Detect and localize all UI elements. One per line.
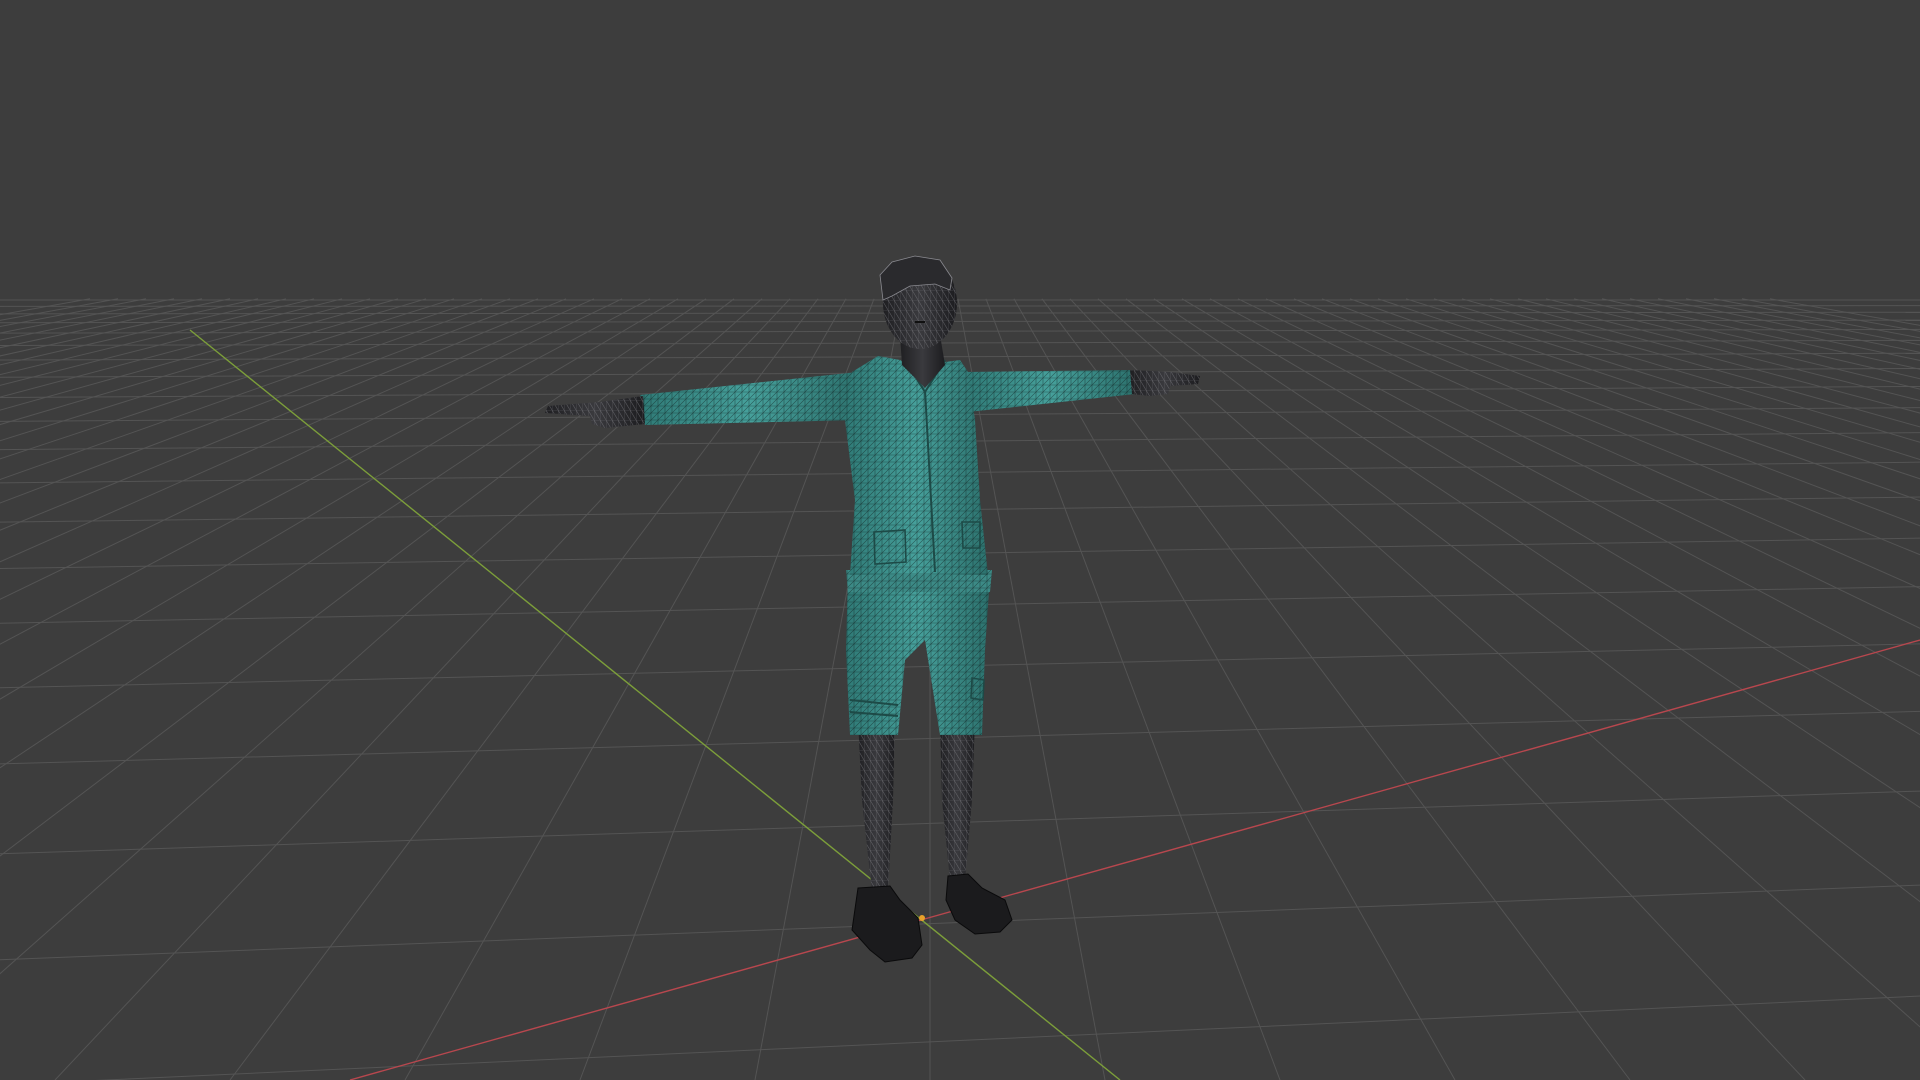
grid-line (1181, 298, 1920, 736)
grid-line (1237, 298, 1920, 629)
left-shoe (851, 885, 923, 963)
grid-line (0, 298, 315, 376)
grid-line (1069, 298, 1806, 1080)
grid-line (0, 298, 679, 700)
grid-line (0, 298, 91, 316)
shorts (846, 575, 990, 735)
grid-line (1097, 298, 1920, 1028)
grid-line (0, 298, 399, 411)
grid-line (1265, 298, 1920, 589)
origin-marker (919, 915, 925, 921)
grid-line (1209, 298, 1920, 677)
right-leg (940, 720, 975, 880)
grid-line (0, 352, 1920, 361)
grid-line (0, 298, 119, 321)
grid-line (0, 339, 1920, 347)
grid-line (1293, 298, 1920, 556)
grid-line (1629, 298, 1920, 361)
grid-line (1517, 298, 1920, 402)
left-leg (858, 720, 895, 892)
grid-line (0, 298, 175, 334)
x-axis-line (349, 639, 1920, 1080)
grid-line (0, 298, 651, 645)
grid-line (1013, 298, 1456, 1080)
grid-line (0, 298, 567, 531)
grid-line (1041, 298, 1631, 1080)
grid-line (0, 298, 371, 398)
grid-line (0, 298, 427, 426)
right-arm (965, 370, 1135, 412)
grid-line (95, 995, 1920, 1080)
grid-line (0, 298, 483, 460)
grid-line (1153, 298, 1920, 809)
right-hand (1130, 370, 1200, 396)
grid-line (1125, 298, 1920, 903)
left-hand (545, 396, 645, 428)
grid-line (1377, 298, 1920, 480)
grid-line (0, 305, 1920, 307)
grid-line (1601, 298, 1920, 370)
grid-line (1685, 298, 1920, 346)
grid-line (0, 298, 147, 328)
grid-line (0, 298, 511, 481)
left-arm (640, 372, 860, 425)
character-model[interactable] (545, 255, 1200, 963)
grid-line (1489, 298, 1920, 414)
grid-line (0, 298, 343, 386)
grid-line (0, 298, 287, 366)
head (879, 255, 957, 349)
grid-line (1769, 298, 1920, 326)
grid-line (0, 298, 231, 349)
grid-line (1573, 298, 1920, 380)
grid-line (0, 298, 455, 442)
grid-line (1349, 298, 1920, 502)
shirt (845, 356, 988, 575)
viewport-scene[interactable] (0, 0, 1920, 1080)
right-shoe (945, 873, 1013, 935)
3d-viewport[interactable] (0, 0, 1920, 1080)
grid-line (985, 298, 1281, 1080)
grid-line (1545, 298, 1920, 390)
